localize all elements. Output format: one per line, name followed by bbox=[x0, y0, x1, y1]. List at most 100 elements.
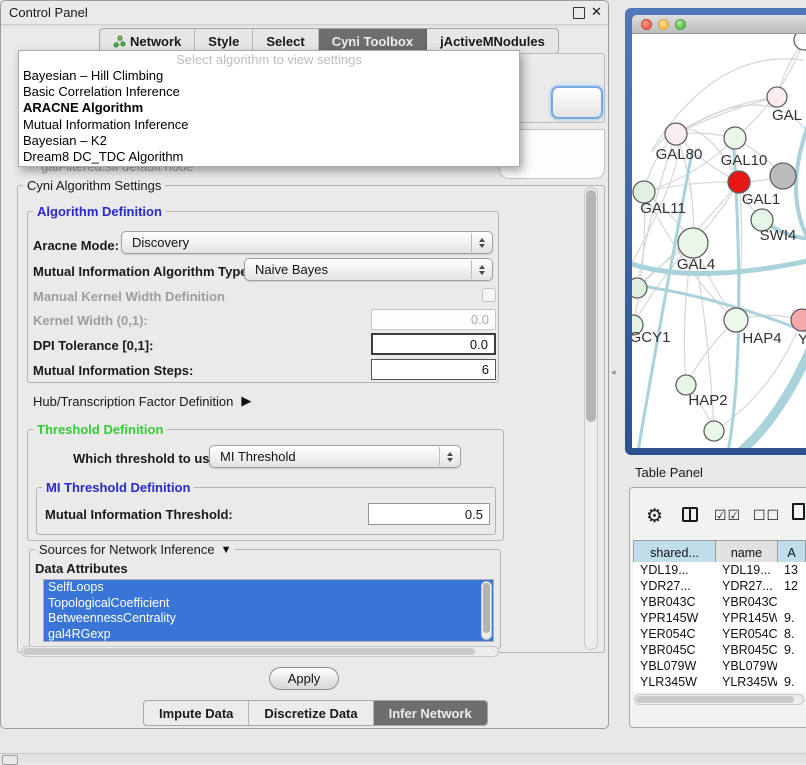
hub-tf-definition-label: Hub/Transcription Factor Definition bbox=[33, 394, 233, 409]
mi-steps-field[interactable]: 6 bbox=[371, 359, 496, 380]
table-cell: 9 bbox=[777, 690, 806, 692]
data-attributes-label: Data Attributes bbox=[35, 561, 128, 576]
select-all-checkboxes-icon[interactable]: ☑☑ bbox=[714, 507, 741, 524]
network-node-gal[interactable] bbox=[767, 87, 787, 107]
network-node-gal4[interactable] bbox=[678, 228, 708, 258]
network-node-gal80[interactable] bbox=[665, 123, 687, 145]
table-row[interactable]: YBR045CYBR045C9. bbox=[633, 642, 806, 658]
table-cell: YLR345W bbox=[715, 674, 777, 690]
network-node-gal10[interactable] bbox=[724, 127, 746, 149]
network-edge bbox=[676, 97, 777, 134]
column-header-a[interactable]: A bbox=[778, 541, 806, 565]
dpi-tolerance-field[interactable]: 0.0 bbox=[371, 333, 496, 355]
algorithm-option-mutual-information-inference[interactable]: Mutual Information Inference bbox=[19, 117, 519, 133]
attributes-vertical-scrollbar[interactable] bbox=[481, 581, 492, 640]
network-node-label: Y bbox=[798, 331, 806, 348]
table-row[interactable]: YIL052CYIL052C9 bbox=[633, 690, 806, 692]
combo-arrows-icon bbox=[471, 233, 491, 252]
control-panel-title: Control Panel bbox=[9, 5, 88, 20]
table-body[interactable]: YDL19...YDL19...13YDR27...YDR27...12YBR0… bbox=[633, 562, 806, 692]
attributes-scrollbar-thumb[interactable] bbox=[483, 583, 490, 633]
table-horizontal-scrollbar-thumb[interactable] bbox=[636, 696, 794, 703]
manual-kernel-checkbox[interactable] bbox=[482, 288, 496, 302]
network-node[interactable] bbox=[632, 278, 647, 298]
table-row[interactable]: YLR345WYLR345W9. bbox=[633, 674, 806, 690]
table-row[interactable]: YER054CYER054C8. bbox=[633, 626, 806, 642]
close-traffic-light-icon[interactable] bbox=[641, 19, 652, 30]
algorithm-option-basic-correlation-inference[interactable]: Basic Correlation Inference bbox=[19, 84, 519, 100]
minimize-traffic-light-icon[interactable] bbox=[658, 19, 669, 30]
popup-items: Bayesian – Hill ClimbingBasic Correlatio… bbox=[19, 68, 519, 165]
algorithm-option-bayesian-k2[interactable]: Bayesian – K2 bbox=[19, 133, 519, 149]
mi-type-combo[interactable]: Naive Bayes bbox=[244, 258, 493, 281]
network-node-hap4[interactable] bbox=[724, 308, 748, 332]
bottom-left-mini-button[interactable] bbox=[2, 755, 18, 765]
network-edge bbox=[676, 97, 777, 134]
network-edge-thick bbox=[740, 350, 806, 448]
attribute-item-selfloops[interactable]: SelfLoops bbox=[44, 580, 493, 596]
sources-group-title-row[interactable]: Sources for Network Inference ▼ bbox=[35, 542, 235, 557]
algorithm-option-dream8-dc-tdc-algorithm[interactable]: Dream8 DC_TDC Algorithm bbox=[19, 149, 519, 165]
zoom-traffic-light-icon[interactable] bbox=[675, 19, 686, 30]
network-node-gal1[interactable] bbox=[728, 171, 750, 193]
expand-arrow-icon[interactable]: ▶ bbox=[241, 393, 251, 409]
hub-tf-definition-row[interactable]: Hub/Transcription Factor Definition ▶ bbox=[33, 393, 251, 409]
data-attributes-list[interactable]: SelfLoopsTopologicalCoefficientBetweenne… bbox=[43, 579, 494, 642]
combo-arrows-icon bbox=[439, 447, 459, 466]
collapse-arrow-icon[interactable]: ▼ bbox=[221, 544, 232, 556]
network-node-label: HAP2 bbox=[688, 392, 727, 409]
network-canvas[interactable]: GALGAL80GAL10GAL1GAL11SWI4GAL4GCY1HAP4YH… bbox=[632, 34, 806, 448]
aracne-mode-label: Aracne Mode: bbox=[33, 238, 119, 253]
focused-combo-fragment[interactable] bbox=[551, 86, 603, 119]
kernel-width-field[interactable]: 0.0 bbox=[371, 309, 496, 330]
network-node[interactable] bbox=[770, 163, 796, 189]
network-node[interactable] bbox=[704, 421, 724, 441]
panel-divider-handle[interactable]: ◂ bbox=[611, 367, 616, 378]
table-row[interactable]: YPR145WYPR145W9. bbox=[633, 610, 806, 626]
network-edge-thick bbox=[632, 260, 806, 274]
network-window-titlebar[interactable] bbox=[632, 15, 806, 34]
close-icon[interactable]: ✕ bbox=[591, 4, 602, 20]
bottom-tab-impute-data[interactable]: Impute Data bbox=[144, 701, 249, 725]
settings-gear-icon[interactable]: ⚙ bbox=[646, 505, 663, 528]
column-header-shared[interactable]: shared... bbox=[634, 541, 716, 565]
table-row[interactable]: YBL079WYBL079W bbox=[633, 658, 806, 674]
attribute-item-gal4rgexp[interactable]: gal4RGexp bbox=[44, 627, 493, 643]
table-cell: YPR145W bbox=[633, 610, 715, 626]
table-cell: YBL079W bbox=[715, 658, 777, 674]
algorithm-definition-title: Algorithm Definition bbox=[33, 204, 166, 219]
table-row[interactable]: YDR27...YDR27...12 bbox=[633, 578, 806, 594]
which-threshold-combo[interactable]: MI Threshold bbox=[209, 445, 461, 468]
table-cell: YBR045C bbox=[633, 642, 715, 658]
bottom-tab-discretize-data[interactable]: Discretize Data bbox=[249, 701, 373, 725]
algorithm-option-bayesian-hill-climbing[interactable]: Bayesian – Hill Climbing bbox=[19, 68, 519, 84]
network-node[interactable] bbox=[794, 34, 806, 50]
attribute-item-betweennesscentrality[interactable]: BetweennessCentrality bbox=[44, 611, 493, 627]
network-node-label: SWI4 bbox=[760, 227, 797, 244]
table-row[interactable]: YBR043CYBR043C bbox=[633, 594, 806, 610]
table-cell: 9. bbox=[777, 610, 806, 626]
network-window: GALGAL80GAL10GAL1GAL11SWI4GAL4GCY1HAP4YH… bbox=[632, 15, 806, 448]
control-panel-titlebar[interactable]: Control Panel ✕ bbox=[1, 1, 608, 25]
table-horizontal-scrollbar[interactable] bbox=[634, 694, 804, 705]
mi-threshold-field[interactable]: 0.5 bbox=[368, 503, 490, 525]
settings-vertical-scrollbar-thumb[interactable] bbox=[586, 190, 596, 422]
settings-horizontal-scrollbar[interactable] bbox=[21, 646, 499, 657]
columns-icon[interactable] bbox=[682, 507, 698, 522]
algorithm-option-aracne-algorithm[interactable]: ARACNE Algorithm bbox=[19, 100, 519, 116]
network-node-label: GAL1 bbox=[742, 191, 780, 208]
attribute-item-topologicalcoefficient[interactable]: TopologicalCoefficient bbox=[44, 596, 493, 612]
column-header-name[interactable]: name bbox=[716, 541, 778, 565]
aracne-mode-combo[interactable]: Discovery bbox=[121, 231, 493, 254]
settings-vertical-scrollbar[interactable] bbox=[584, 187, 598, 650]
float-window-icon[interactable] bbox=[573, 7, 585, 19]
deselect-all-checkboxes-icon[interactable]: ☐☐ bbox=[753, 507, 780, 524]
table-cell: YDR27... bbox=[715, 578, 777, 594]
cyni-settings-group-title: Cyni Algorithm Settings bbox=[23, 178, 165, 193]
settings-horizontal-scrollbar-thumb[interactable] bbox=[23, 648, 475, 655]
bottom-tab-infer-network[interactable]: Infer Network bbox=[374, 701, 487, 725]
apply-button[interactable]: Apply bbox=[269, 667, 339, 690]
table-row[interactable]: YDL19...YDL19...13 bbox=[633, 562, 806, 578]
export-table-icon[interactable] bbox=[792, 503, 805, 520]
network-icon bbox=[113, 35, 126, 48]
